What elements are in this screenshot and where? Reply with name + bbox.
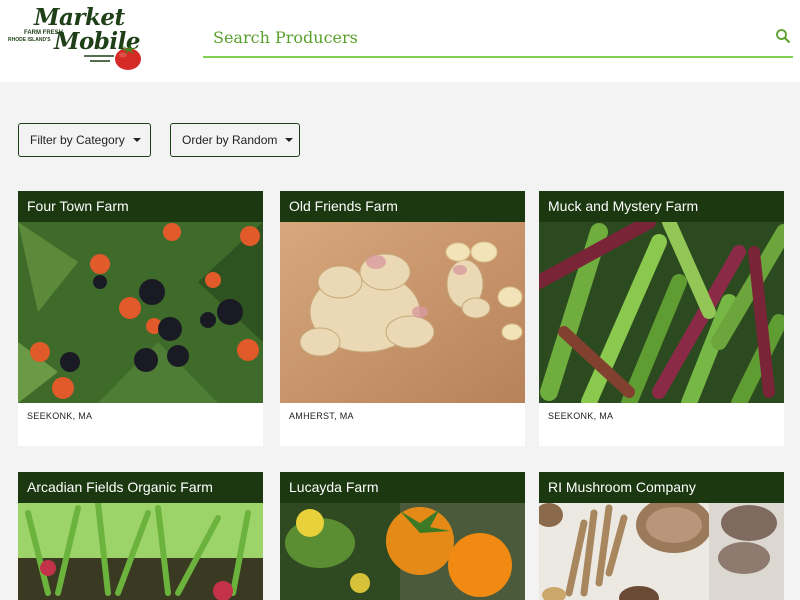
producer-name[interactable]: Four Town Farm bbox=[18, 191, 263, 222]
producer-image-ginger[interactable] bbox=[280, 222, 525, 403]
caret-down-icon bbox=[285, 138, 294, 142]
producer-card[interactable]: RI Mushroom Company bbox=[539, 472, 784, 600]
producer-name[interactable]: Muck and Mystery Farm bbox=[539, 191, 784, 222]
market-mobile-logo[interactable]: Market FARM FRESH RHODE ISLAND'S Mobile bbox=[8, 4, 148, 74]
tomato-icon bbox=[115, 43, 141, 70]
producer-location: SEEKONK, MA bbox=[548, 411, 614, 421]
search-bar bbox=[203, 18, 793, 58]
producer-image-berries[interactable] bbox=[18, 222, 263, 403]
producer-name[interactable]: Arcadian Fields Organic Farm bbox=[18, 472, 263, 503]
producer-image-tomatoes[interactable] bbox=[280, 503, 525, 600]
producer-location: AMHERST, MA bbox=[289, 411, 354, 421]
filter-by-category-label: Filter by Category bbox=[30, 133, 125, 147]
producer-card[interactable]: Four Town Farm SEEKONK, MA bbox=[18, 191, 263, 446]
filter-by-category-dropdown[interactable]: Filter by Category bbox=[18, 123, 151, 157]
producer-image-okra[interactable] bbox=[539, 222, 784, 403]
producer-name[interactable]: RI Mushroom Company bbox=[539, 472, 784, 503]
producer-name[interactable]: Old Friends Farm bbox=[280, 191, 525, 222]
logo-text-market: Market bbox=[34, 4, 125, 31]
producer-card[interactable]: Arcadian Fields Organic Farm bbox=[18, 472, 263, 600]
producer-image-mushrooms[interactable] bbox=[539, 503, 784, 600]
search-input[interactable] bbox=[213, 24, 743, 50]
site-header: Market FARM FRESH RHODE ISLAND'S Mobile bbox=[0, 0, 800, 82]
logo-tagline-rhode-island: RHODE ISLAND'S bbox=[8, 37, 51, 43]
order-by-dropdown[interactable]: Order by Random bbox=[170, 123, 300, 157]
producer-card[interactable]: Muck and Mystery Farm SEEKONK, MA bbox=[539, 191, 784, 446]
producer-image-radish-greens[interactable] bbox=[18, 503, 263, 600]
order-by-label: Order by Random bbox=[182, 133, 278, 147]
producer-name[interactable]: Lucayda Farm bbox=[280, 472, 525, 503]
caret-down-icon bbox=[132, 138, 141, 142]
search-icon[interactable] bbox=[775, 28, 791, 44]
producer-card[interactable]: Old Friends Farm AMHERST, MA bbox=[280, 191, 525, 446]
producer-card[interactable]: Lucayda Farm bbox=[280, 472, 525, 600]
producer-location: SEEKONK, MA bbox=[27, 411, 93, 421]
